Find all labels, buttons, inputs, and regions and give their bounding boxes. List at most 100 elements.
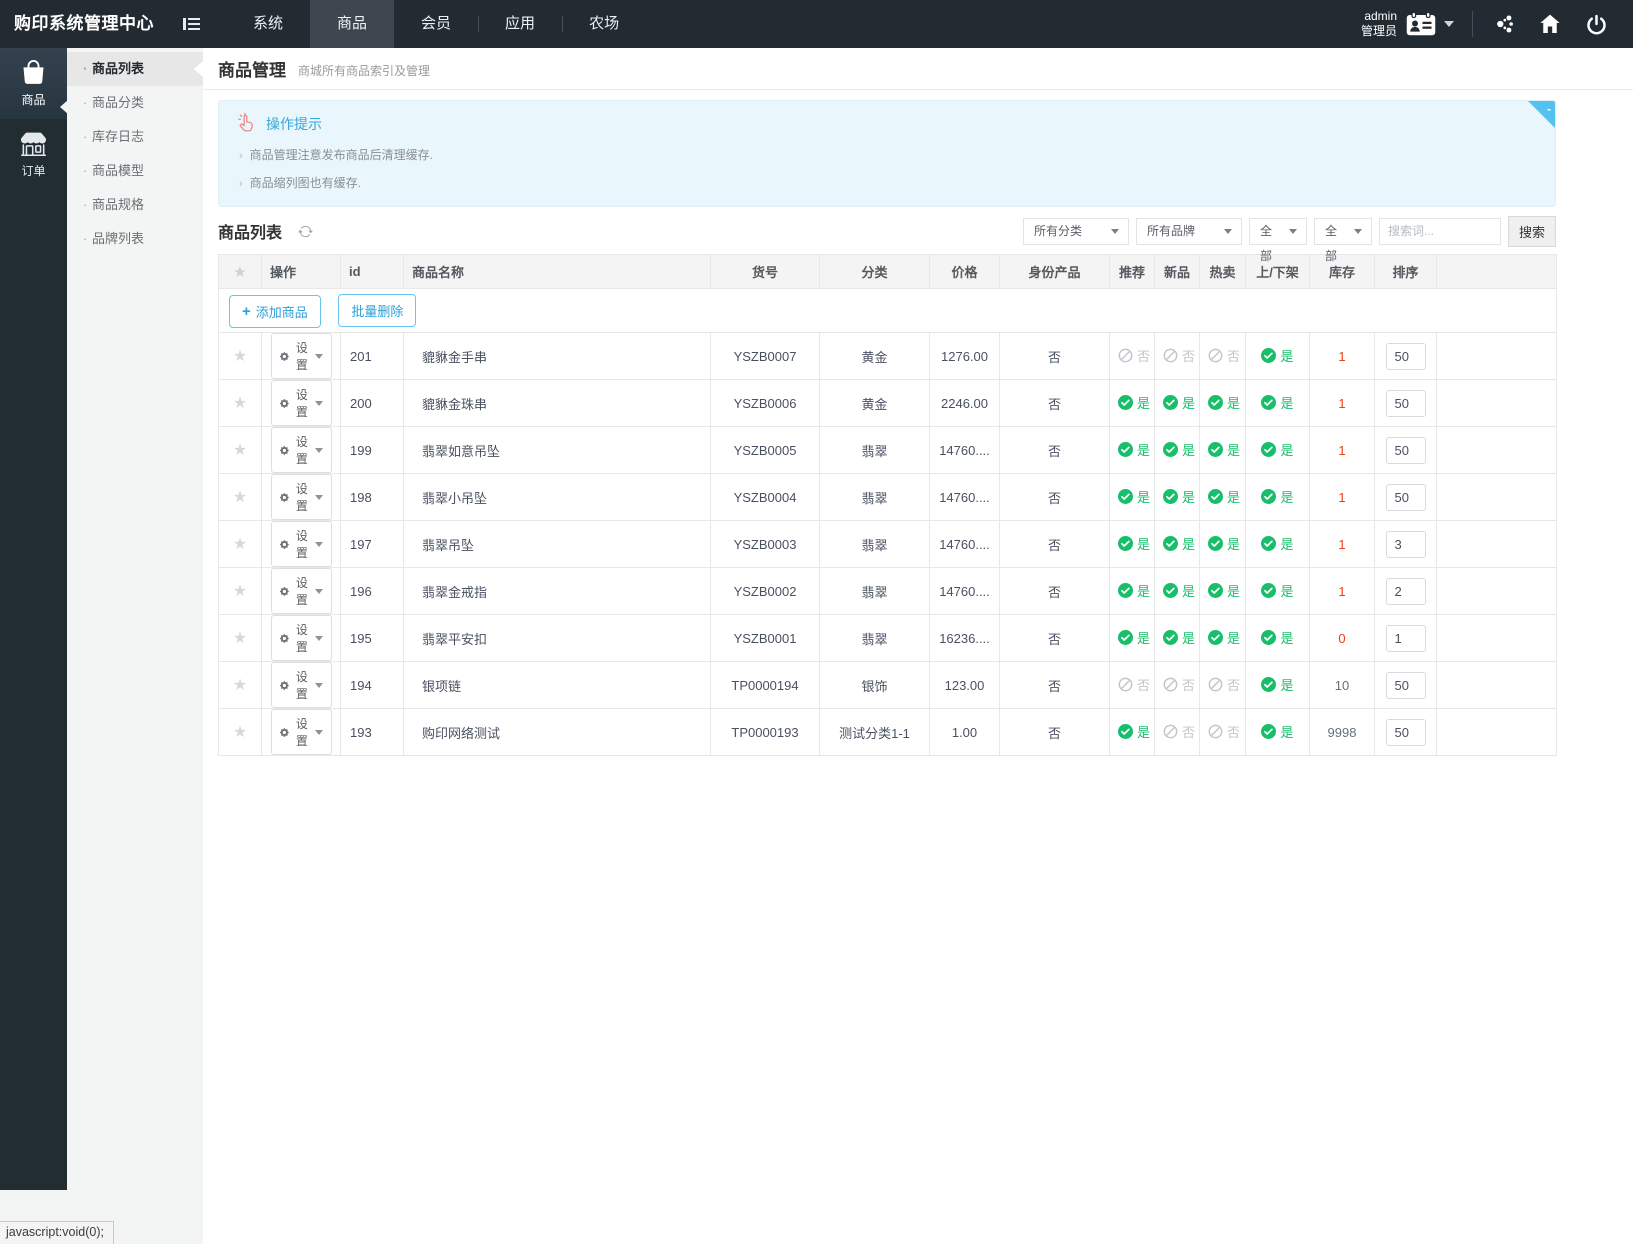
no-badge[interactable]: 否 [1118,675,1150,694]
yes-badge[interactable]: 是 [1208,393,1240,412]
brand-filter-select[interactable]: 所有品牌 [1136,218,1242,245]
search-button[interactable]: 搜索 [1508,216,1556,247]
category-filter-select[interactable]: 所有分类 [1023,218,1129,245]
yes-badge[interactable]: 是 [1163,581,1195,600]
yes-badge[interactable]: 是 [1261,675,1293,694]
yes-badge[interactable]: 是 [1118,440,1150,459]
favorite-star-icon[interactable]: ★ [233,583,247,600]
yes-badge[interactable]: 是 [1208,628,1240,647]
stock-cell: 1 [1310,521,1375,568]
favorite-star-icon[interactable]: ★ [233,630,247,647]
yes-badge[interactable]: 是 [1118,393,1150,412]
sort-input[interactable] [1386,719,1426,746]
row-settings-button[interactable]: 设置 [271,568,332,614]
table-row: ★设置199翡翠如意吊坠YSZB0005翡翠14760....否是是是是1 [219,427,1557,474]
module-orders[interactable]: 订单 [0,119,67,190]
yes-badge[interactable]: 是 [1163,628,1195,647]
yes-badge[interactable]: 是 [1208,440,1240,459]
yes-badge[interactable]: 是 [1261,722,1293,741]
sort-input[interactable] [1386,484,1426,511]
sort-input[interactable] [1386,390,1426,417]
yes-badge[interactable]: 是 [1208,534,1240,553]
yes-badge[interactable]: 是 [1118,581,1150,600]
sidebar-item-product-spec[interactable]: 商品规格 [67,188,203,222]
sort-input[interactable] [1386,531,1426,558]
no-badge[interactable]: 否 [1118,346,1150,365]
sort-input[interactable] [1386,672,1426,699]
no-badge[interactable]: 否 [1208,675,1240,694]
user-info[interactable]: admin 管理员 [1361,9,1397,39]
cluster-apps-icon[interactable] [1481,0,1527,48]
status-filter-select[interactable]: 全部 [1249,218,1307,245]
power-icon[interactable] [1573,0,1619,48]
batch-delete-button[interactable]: 批量删除 [338,294,416,327]
row-settings-button[interactable]: 设置 [271,333,332,379]
yes-badge[interactable]: 是 [1261,628,1293,647]
yes-badge[interactable]: 是 [1118,628,1150,647]
yes-badge[interactable]: 是 [1261,440,1293,459]
yes-badge[interactable]: 是 [1163,534,1195,553]
search-input[interactable] [1379,218,1501,245]
brand-title[interactable]: 购印系统管理中心 [0,0,168,48]
row-settings-button[interactable]: 设置 [271,380,332,426]
recommend-cell: 是 [1110,474,1155,521]
nav-item-goods[interactable]: 商品 [310,0,394,48]
home-icon[interactable] [1527,0,1573,48]
favorite-star-icon[interactable]: ★ [233,536,247,553]
yes-badge[interactable]: 是 [1163,487,1195,506]
collapse-minus-glyph[interactable]: - [1547,102,1551,116]
yes-badge[interactable]: 是 [1261,487,1293,506]
add-product-button[interactable]: +添加商品 [229,295,321,328]
favorite-star-icon[interactable]: ★ [233,442,247,459]
sort-input[interactable] [1386,625,1426,652]
refresh-icon[interactable] [298,224,313,239]
sort-input[interactable] [1386,578,1426,605]
row-settings-button[interactable]: 设置 [271,709,332,755]
yes-badge[interactable]: 是 [1118,487,1150,506]
row-settings-button[interactable]: 设置 [271,662,332,708]
favorite-cell: ★ [219,427,262,474]
yes-badge[interactable]: 是 [1208,487,1240,506]
no-badge[interactable]: 否 [1208,722,1240,741]
row-settings-button[interactable]: 设置 [271,474,332,520]
yes-badge[interactable]: 是 [1118,722,1150,741]
favorite-star-icon[interactable]: ★ [233,395,247,412]
nav-item-members[interactable]: 会员 [394,0,478,48]
type-filter-select[interactable]: 全部 [1314,218,1372,245]
nav-item-system[interactable]: 系统 [226,0,310,48]
recommend-cell: 是 [1110,709,1155,756]
sort-input[interactable] [1386,343,1426,370]
favorite-star-icon[interactable]: ★ [233,489,247,506]
no-badge[interactable]: 否 [1163,722,1195,741]
yes-badge[interactable]: 是 [1261,581,1293,600]
yes-badge[interactable]: 是 [1163,440,1195,459]
new-cell: 是 [1155,615,1200,662]
sidebar-item-product-list[interactable]: 商品列表 [67,52,203,86]
nav-item-farm[interactable]: 农场 [562,0,646,48]
no-badge[interactable]: 否 [1208,346,1240,365]
row-settings-button[interactable]: 设置 [271,427,332,473]
yes-badge[interactable]: 是 [1208,581,1240,600]
sidebar-toggle-button[interactable] [168,0,214,48]
no-badge[interactable]: 否 [1163,346,1195,365]
id-card-icon[interactable] [1406,11,1436,37]
action-cell: 设置 [262,521,341,568]
user-menu-caret-icon[interactable] [1444,21,1454,32]
sidebar-item-brand-list[interactable]: 品牌列表 [67,222,203,256]
nav-item-apps[interactable]: 应用 [478,0,562,48]
row-settings-button[interactable]: 设置 [271,521,332,567]
row-settings-button[interactable]: 设置 [271,615,332,661]
sidebar-item-product-model[interactable]: 商品模型 [67,154,203,188]
no-badge[interactable]: 否 [1163,675,1195,694]
yes-badge[interactable]: 是 [1118,534,1150,553]
sidebar-item-product-category[interactable]: 商品分类 [67,86,203,120]
sort-input[interactable] [1386,437,1426,464]
favorite-star-icon[interactable]: ★ [233,348,247,365]
favorite-star-icon[interactable]: ★ [233,677,247,694]
sidebar-item-stock-log[interactable]: 库存日志 [67,120,203,154]
yes-badge[interactable]: 是 [1261,534,1293,553]
yes-badge[interactable]: 是 [1261,346,1293,365]
favorite-star-icon[interactable]: ★ [233,724,247,741]
yes-badge[interactable]: 是 [1163,393,1195,412]
yes-badge[interactable]: 是 [1261,393,1293,412]
